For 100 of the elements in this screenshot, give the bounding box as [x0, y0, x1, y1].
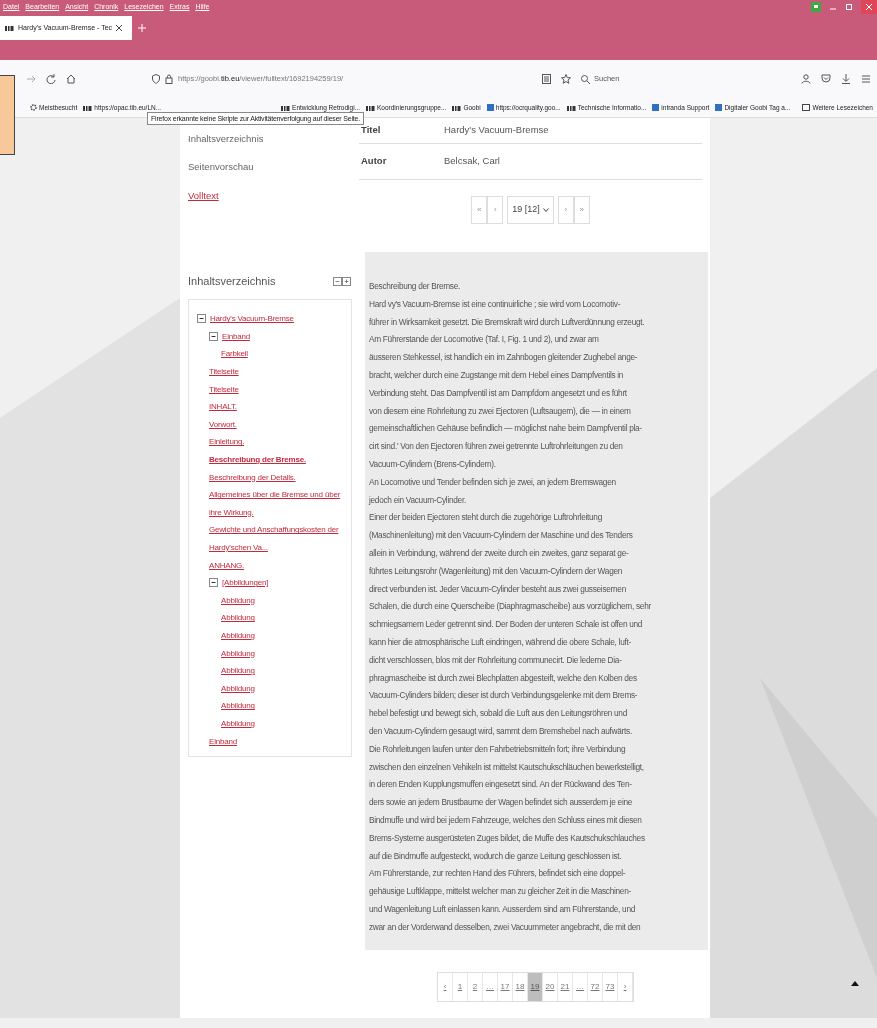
fulltext-line: bracht, welcher durch eine Zugstange mit dem Hebel eines Dampfventils in — [369, 369, 625, 382]
view-nav-link[interactable]: Inhaltsverzeichnis — [188, 132, 355, 147]
shield-icon[interactable] — [152, 74, 160, 84]
metadata-label: Autor — [360, 154, 388, 169]
toc-link[interactable]: Einleitung. — [209, 433, 245, 451]
fulltext-line: cirt sind.' Von den Ejectoren führen zwei getrennte Luftrohrleitungen zu den — [369, 440, 624, 454]
home-icon[interactable] — [66, 74, 76, 84]
toc-link[interactable]: Abbildung — [221, 644, 255, 663]
page-link[interactable]: 17 — [498, 973, 513, 1001]
page-link[interactable]: 18 — [513, 973, 528, 1001]
plus-icon[interactable] — [138, 24, 146, 32]
toc-link[interactable]: Abbildung — [221, 609, 255, 627]
fulltext-line: und Wagenleitung Luft einlassen kann. Ausserdem sind am Führerstande, und — [369, 902, 637, 916]
toc-link[interactable]: INHALT. — [209, 398, 237, 416]
view-nav-link[interactable]: Seitenvorschau — [188, 160, 355, 175]
app-icon[interactable] — [811, 2, 821, 12]
lock-icon — [165, 74, 173, 84]
metadata-value: Belcsak, Carl — [444, 154, 500, 169]
toc-link[interactable]: Farbkeil — [221, 345, 248, 364]
download-icon[interactable] — [841, 74, 851, 84]
toc-link[interactable]: Beschreibung der Bremse. — [209, 451, 306, 469]
fulltext-line: zwar an der Vorderwand desselben, zwei Vacuummeter angebracht, die mit den — [369, 920, 642, 934]
collapse-all-button[interactable]: − — [333, 276, 342, 286]
fulltext-line: Am Führerstande, zur rechten Hand des Führers, befindet sich eine doppel- — [369, 867, 627, 881]
fulltext-line: Schalen, die durch eine Querscheibe (Diaphragmascheibe) aus vorzüglichem, sehr — [369, 600, 652, 614]
fulltext-line: den Vacuum-Cylindern gesaugt wird, sammt dem Bremshebel nach aufwärts. — [369, 724, 633, 738]
fulltext-line: An Locomotive und Tender befinden sich je zwei, an jedem Bremswagen — [369, 475, 617, 489]
toc-link[interactable]: Gewichte und Anschaffungskosten der Hardy'schen Va... — [209, 521, 345, 557]
toc-link[interactable]: Einband — [209, 732, 237, 751]
page-link[interactable]: … — [483, 973, 498, 1001]
page-link[interactable]: 19 — [528, 973, 543, 1001]
account-icon[interactable] — [801, 74, 811, 84]
fulltext-line: Vacuum-Cylinders bilden; dieser ist durch Verbindungsgelenke mit dem Brems- — [369, 689, 639, 703]
previous-page-button[interactable]: ‹ — [487, 196, 504, 224]
page-dropdown[interactable]: 19 [12] — [507, 196, 554, 224]
close-icon[interactable] — [861, 0, 877, 14]
reload-icon[interactable] — [46, 74, 56, 84]
fulltext-line: Am Führerstande der Locomotive (Taf. I, Fig. 1 und 2), und zwar am — [369, 333, 600, 347]
fulltext-line: Verbindung steht. Das Dampfventil ist am Dampfdom angesetzt und es führt — [369, 386, 628, 400]
next-page-button[interactable]: › — [557, 196, 574, 224]
gear-icon — [30, 104, 37, 111]
toc-link[interactable]: Abbildung — [221, 626, 255, 645]
pocket-icon[interactable] — [821, 74, 831, 84]
fulltext-line: Bindmuffe und wird bei jedem Fahrzeuge, welches den Schluss eines mit diesen — [369, 813, 643, 827]
reader-view-icon[interactable] — [542, 74, 551, 84]
toc-link[interactable]: Beschreibung der Details. — [209, 468, 296, 487]
toc-link[interactable]: Einband — [222, 327, 250, 346]
collapse-toggle-icon[interactable] — [209, 331, 218, 341]
toc-title: Inhaltsverzeichnis — [188, 273, 276, 289]
fulltext-line: (Maschinenleitung) mit den Vacuum-Cylindern der Maschine und des Tenders — [369, 529, 634, 543]
toc-link[interactable]: [Abbildungen] — [222, 574, 269, 592]
page-link[interactable]: 21 — [558, 973, 573, 1001]
page-link[interactable]: 72 — [588, 973, 603, 1001]
fulltext-line: schmiegsamem Leder getrennt sind. Der Boden der unteren Schale ist offen und — [369, 618, 644, 632]
fulltext-line: zwischen den einzelnen Vehikeln ist mittelst Kautschukschläuchen bewerkstelligt, — [369, 760, 645, 774]
toc-link[interactable]: Vorwort. — [209, 415, 237, 434]
star-icon[interactable] — [561, 74, 571, 84]
fulltext-line: führer in Wirksamkeit gesetzt. Die Bremskraft wird durch Luftverdünnung erzeugt. — [369, 315, 646, 329]
fulltext-line: kann hier die atmosphärische Luft eindringen, während die obere Schale, luft- — [369, 635, 632, 649]
toc-link[interactable]: Hardy's Vacuum-Bremse — [210, 310, 294, 328]
fulltext-line: Brems-Systeme ausgerüsteten Zuges bildet, die Muffe des Kautschukschlauches — [369, 831, 646, 845]
toc-link[interactable]: Abbildung — [221, 679, 255, 698]
site-icon — [281, 104, 291, 111]
site-icon — [83, 104, 93, 111]
fulltext-line: Einer der beiden Ejectoren steht durch die zugehörige Luftrohrleitung — [369, 511, 603, 525]
fulltext-line: hebel befestigt und bewegt sich, sobald die Luft aus den Leitungsröhren und — [369, 707, 628, 721]
close-icon[interactable] — [116, 25, 123, 31]
toc-link[interactable]: Titelseite — [209, 380, 239, 399]
fulltext-line: von diesem eine Rohrleitung zu zwei Ejectoren (Luftsaugern), die — in einem — [369, 404, 632, 418]
maximize-icon[interactable] — [845, 3, 853, 11]
fulltext-line: führtes Leitungsrohr (Wagenleitung) mit den Vacuum-Cylindern der Wagen — [369, 564, 624, 578]
fulltext-line: gemeinschaftlichen Gehäuse befindlich — möglichst nahe beim Dampfventil pla- — [369, 422, 643, 436]
site-icon — [652, 104, 660, 111]
fulltext-line: phragmascheibe ist durch zwei Blechplatten abgesteift, welche den Kolben des — [369, 671, 638, 685]
expand-all-button[interactable]: + — [342, 276, 351, 286]
fulltext-line: in deren Enden Kupplungsmuffen eingesetzt sind. An der Rückwand des Ten- — [369, 778, 633, 792]
toc-link[interactable]: Abbildung — [221, 591, 255, 610]
toc-link[interactable]: Titelseite — [209, 363, 239, 381]
toc-link[interactable]: Allgemeines über die Bremse und über ihre Wirkung. — [209, 486, 345, 522]
toc-link[interactable]: ANHANG. — [209, 556, 245, 575]
toc-link[interactable]: Abbildung — [221, 662, 255, 680]
fulltext-line: Beschreibung der Bremse. — [369, 280, 462, 293]
fulltext-line: gehäusige Luftklappe, mittelst welcher man zu gleicher Zeit in die Maschinen- — [369, 885, 632, 899]
metadata-value: Hardy's Vacuum-Bremse — [444, 123, 549, 138]
collapse-toggle-icon[interactable] — [209, 578, 218, 588]
page-link[interactable]: … — [573, 973, 588, 1001]
fulltext-line: auf die Bindmuffe aufgesteckt, wodurch die ganze Leitung geschlossen ist. — [369, 849, 623, 863]
page-link[interactable]: 73 — [603, 973, 618, 1001]
page-link[interactable]: 20 — [543, 973, 558, 1001]
view-nav-link[interactable]: Volltext — [188, 188, 355, 203]
site-icon — [366, 104, 375, 111]
collapse-toggle-icon[interactable] — [197, 314, 206, 324]
fulltext-line: Hard vy's Vacuum-Bremse ist eine continuirliche ; sie wird vom Locomotiv- — [369, 297, 622, 311]
site-icon — [452, 104, 462, 111]
fulltext-line: allein in Verbindung, während der zweite durch ein zweites, ganz separat ge- — [369, 546, 630, 560]
fulltext-line: Die Rohrleitungen laufen unter den Fahrbetriebsmitteln fort; ihre Verbindung — [369, 742, 627, 756]
toc-link[interactable]: Abbildung — [221, 697, 255, 715]
first-page-button[interactable]: « — [471, 196, 488, 224]
toc-link[interactable]: Abbildung — [221, 714, 255, 733]
fulltext-line: jedoch ein Vacuum-Cylinder. — [369, 493, 467, 507]
